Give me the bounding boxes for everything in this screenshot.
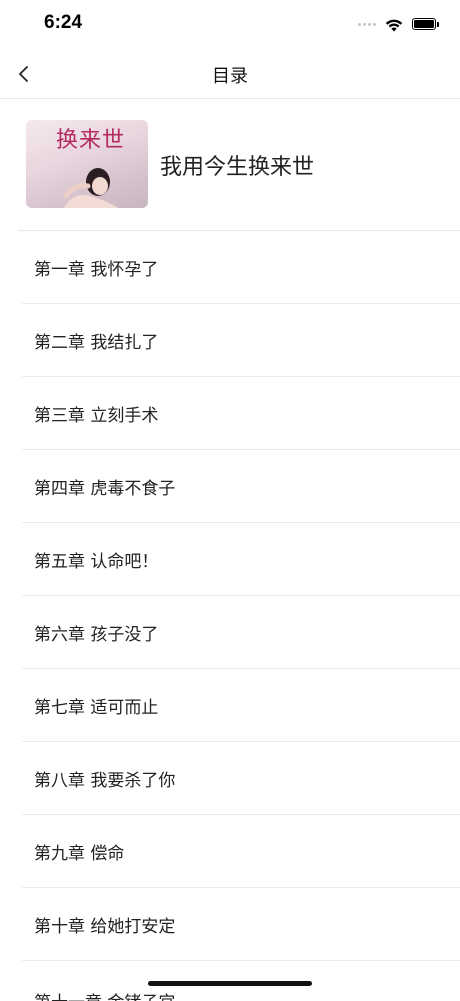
chapter-title: 第十章 给她打安定 [34, 916, 176, 937]
chapter-title: 第八章 我要杀了你 [34, 770, 176, 791]
chapter-item[interactable]: 第一章 我怀孕了 [22, 231, 460, 304]
chapter-title: 第九章 偿命 [34, 843, 125, 864]
chapter-item[interactable]: 第三章 立刻手术 [22, 377, 460, 450]
chapter-item[interactable]: 第四章 虎毒不食子 [22, 450, 460, 523]
wifi-icon [385, 19, 403, 31]
cover-title-art: 换来世 [56, 128, 126, 153]
status-time: 6:24 [44, 12, 83, 33]
chapter-title: 第一章 我怀孕了 [34, 259, 159, 280]
home-indicator[interactable] [148, 981, 312, 986]
book-cover-image[interactable]: 换来世 [26, 120, 148, 208]
chapter-item[interactable]: 第七章 适可而止 [22, 669, 460, 742]
chapter-list: 第一章 我怀孕了 第二章 我结扎了 第三章 立刻手术 第四章 虎毒不食子 第五章… [22, 231, 460, 1001]
cellular-signal-icon [358, 22, 376, 26]
navigation-bar: 目录 [0, 50, 460, 99]
chapter-item[interactable]: 第六章 孩子没了 [22, 596, 460, 669]
chapter-item[interactable]: 第八章 我要杀了你 [22, 742, 460, 815]
battery-icon [412, 18, 439, 30]
chapter-title: 第四章 虎毒不食子 [34, 478, 176, 499]
chapter-item[interactable]: 第九章 偿命 [22, 815, 460, 888]
page-title: 目录 [212, 66, 248, 87]
chapter-item[interactable]: 第二章 我结扎了 [22, 304, 460, 377]
chapter-item[interactable]: 第五章 认命吧！ [22, 523, 460, 596]
chapter-title: 第五章 认命吧！ [34, 551, 159, 572]
status-bar: 6:24 [0, 0, 460, 50]
chapter-title: 第六章 孩子没了 [34, 624, 159, 645]
chapter-title: 第三章 立刻手术 [34, 405, 159, 426]
chapter-title: 第二章 我结扎了 [34, 332, 159, 353]
chapter-title: 第十一章 金铐子宫 [34, 988, 175, 1001]
chapter-item[interactable]: 第十章 给她打安定 [22, 888, 460, 961]
cover-figure-illustration [63, 168, 119, 208]
book-header: 换来世 我用今生换来世 [18, 99, 460, 231]
status-icons [358, 14, 439, 34]
book-title: 我用今生换来世 [160, 155, 315, 180]
chapter-title: 第七章 适可而止 [34, 697, 159, 718]
